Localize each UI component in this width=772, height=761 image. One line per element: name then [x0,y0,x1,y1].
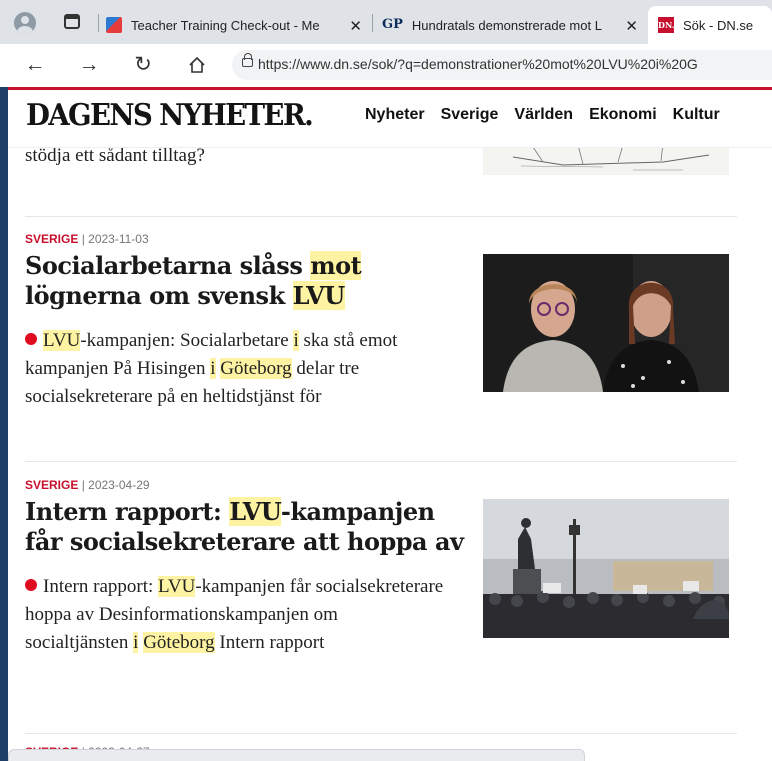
highlight: LVU [43,330,81,351]
result-meta: SVERIGE | 2023-11-03 [25,232,149,246]
red-dot-icon [25,333,37,345]
reload-icon[interactable]: ↻ [130,52,156,78]
dn-favicon-icon: DN. [658,17,675,33]
highlight: LVU [158,576,196,597]
section-label[interactable]: SVERIGE [25,232,78,246]
tab-strip: Teacher Training Check-out - Me ✕ GP Hun… [0,0,772,44]
result-headline[interactable]: Intern rapport: LVU-kampanjen får social… [25,497,470,557]
headline-text: Socialarbetarna slåss [25,251,311,280]
nav-item-sverige[interactable]: Sverige [441,106,499,124]
tab-teacher-training[interactable]: Teacher Training Check-out - Me ✕ [106,6,368,44]
tab-actions-icon[interactable] [64,14,80,29]
nav-item-nyheter[interactable]: Nyheter [365,106,425,124]
result-headline[interactable]: Socialarbetarna slåss mot lögnerna om sv… [25,251,470,311]
result-divider [25,733,737,734]
highlight: LVU [229,497,281,526]
nav-item-varlden[interactable]: Världen [514,106,573,124]
browser-toolbar: ← → ↻ https://www.dn.se/sok/?q=demonstra… [0,44,772,87]
tab-gp-article[interactable]: GP Hundratals demonstrerade mot L ✕ [382,6,644,44]
result-image-two-women[interactable] [483,254,729,392]
home-icon[interactable] [184,52,210,78]
result-date: 2023-11-03 [88,232,149,246]
section-label[interactable]: SVERIGE [25,478,78,492]
tab-title: Sök - DN.se [683,17,754,33]
highlight: LVU [292,281,345,310]
tab-separator [98,14,99,32]
url-text[interactable]: https://www.dn.se/sok/?q=demonstrationer… [258,56,698,72]
dn-logo[interactable]: DAGENS NYHETER. [26,98,314,133]
headline-text: lögnerna om svensk [25,281,293,310]
tab-title: Hundratals demonstrerade mot L [411,17,602,33]
profile-avatar-icon[interactable] [14,12,36,34]
result-teaser[interactable]: LVU-kampanjen: Socialarbetare i ska stå … [25,327,470,411]
result-image-demonstration[interactable] [483,499,729,638]
result-divider [25,216,737,217]
teaser-text: Intern rapport [214,632,325,653]
tab-title: Teacher Training Check-out - Me [131,17,320,33]
result-date: 2023-04-29 [88,478,150,492]
address-bar[interactable]: https://www.dn.se/sok/?q=demonstrationer… [232,50,772,80]
highlight: i [210,358,216,379]
highlight: Göteborg [143,632,215,653]
gp-favicon-icon: GP [382,17,403,32]
tab-dn-search[interactable]: DN. Sök - DN.se [648,6,772,44]
close-tab-icon[interactable]: ✕ [349,17,362,35]
red-dot-icon [25,579,37,591]
status-bar [8,749,585,761]
lock-icon[interactable] [242,53,253,67]
teaser-text: Intern rapport: [43,576,159,597]
close-tab-icon[interactable]: ✕ [625,17,638,35]
main-nav: Nyheter Sverige Världen Ekonomi Kultur [365,106,720,124]
highlight: Göteborg [220,358,292,379]
chart-favicon-icon [106,17,122,33]
highlight: mot [310,251,362,280]
tab-separator [372,14,373,32]
teaser-text: -kampanjen: Socialarbetare [80,330,294,351]
result-teaser[interactable]: Intern rapport: LVU-kampanjen får social… [25,573,445,657]
headline-text: Intern rapport: [25,497,230,526]
result-meta: SVERIGE | 2023-04-29 [25,478,150,492]
nav-item-ekonomi[interactable]: Ekonomi [589,106,657,124]
forward-arrow-icon[interactable]: → [76,52,102,78]
result-divider [25,461,737,462]
back-arrow-icon[interactable]: ← [22,52,48,78]
web-page: stödja ett sådant tilltag? DAGENS NYHETE… [8,87,772,761]
nav-item-kultur[interactable]: Kultur [673,106,720,124]
site-header: DAGENS NYHETER. Nyheter Sverige Världen … [8,90,772,148]
